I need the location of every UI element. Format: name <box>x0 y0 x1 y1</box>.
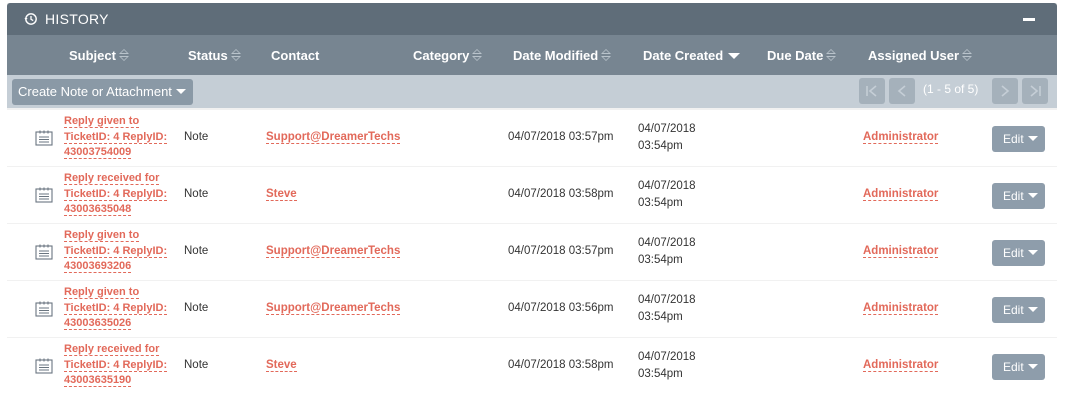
column-category-label: Category <box>413 48 470 63</box>
column-due-date[interactable]: Due Date <box>767 48 837 63</box>
chevron-down-icon <box>1027 193 1038 198</box>
column-due-date-label: Due Date <box>767 48 824 63</box>
assigned-user-link[interactable]: Administrator <box>863 245 939 258</box>
chevron-down-icon <box>1027 364 1038 369</box>
column-status[interactable]: Status <box>188 48 241 63</box>
column-date-created[interactable]: Date Created <box>643 48 741 63</box>
edit-button[interactable]: Edit <box>992 183 1045 209</box>
assigned-user-link[interactable]: Administrator <box>863 131 939 144</box>
column-assigned-user[interactable]: Assigned User <box>868 48 973 63</box>
contact-link[interactable]: Steve <box>266 359 297 372</box>
column-subject[interactable]: Subject <box>69 48 129 63</box>
history-icon <box>24 13 37 25</box>
chevron-right-icon <box>1001 85 1010 97</box>
last-page-button[interactable] <box>1022 78 1048 104</box>
assigned-user-link[interactable]: Administrator <box>863 302 939 315</box>
edit-button[interactable]: Edit <box>992 354 1045 380</box>
status-text: Note <box>184 131 209 143</box>
date-modified: 04/07/2018 03:58pm <box>508 188 614 200</box>
date-modified: 04/07/2018 03:57pm <box>508 131 614 143</box>
column-subject-label: Subject <box>69 48 116 63</box>
sort-icon[interactable] <box>962 49 973 61</box>
edit-label: Edit <box>1003 246 1024 260</box>
date-created: 04/07/2018 03:54pm <box>638 351 696 380</box>
date-modified: 04/07/2018 03:56pm <box>508 302 614 314</box>
assigned-user-link[interactable]: Administrator <box>863 359 939 372</box>
table-row: Reply received for TicketID: 4 ReplyID: … <box>7 167 1057 223</box>
previous-page-button[interactable] <box>889 78 915 104</box>
first-page-button[interactable] <box>859 78 885 104</box>
column-date-created-label: Date Created <box>643 48 724 63</box>
table-row: Reply given to TicketID: 4 ReplyID: 4300… <box>7 224 1057 280</box>
table-row: Reply given to TicketID: 4 ReplyID: 4300… <box>7 110 1057 166</box>
date-created: 04/07/2018 03:54pm <box>638 123 696 152</box>
pagination-count: (1 - 5 of 5) <box>923 82 979 96</box>
note-icon <box>35 244 53 260</box>
column-contact-label: Contact <box>271 48 320 63</box>
history-panel: HISTORY Subject Status Contact Category … <box>7 3 1057 394</box>
edit-label: Edit <box>1003 360 1024 374</box>
subject-link[interactable]: Reply given to TicketID: 4 ReplyID: 4300… <box>64 285 184 332</box>
status-text: Note <box>184 188 209 200</box>
sort-icon[interactable] <box>601 49 612 61</box>
edit-label: Edit <box>1003 303 1024 317</box>
chevron-down-icon <box>1027 136 1038 141</box>
column-contact: Contact <box>271 48 319 63</box>
table-row: Reply given to TicketID: 4 ReplyID: 4300… <box>7 281 1057 337</box>
date-modified: 04/07/2018 03:58pm <box>508 359 614 371</box>
column-category[interactable]: Category <box>413 48 483 63</box>
subject-link[interactable]: Reply received for TicketID: 4 ReplyID: … <box>64 342 184 389</box>
chevron-down-icon <box>1027 250 1038 255</box>
column-status-label: Status <box>188 48 228 63</box>
column-assigned-user-label: Assigned User <box>868 48 960 63</box>
last-page-icon <box>1030 85 1041 97</box>
status-text: Note <box>184 245 209 257</box>
chevron-down-icon <box>175 89 186 94</box>
note-icon <box>35 358 53 374</box>
column-date-modified[interactable]: Date Modified <box>513 48 612 63</box>
sort-descending-icon[interactable] <box>728 53 741 59</box>
sort-icon[interactable] <box>118 49 129 61</box>
list-toolbar: Create Note or Attachment (1 - 5 of 5) <box>7 75 1057 108</box>
date-modified: 04/07/2018 03:57pm <box>508 245 614 257</box>
panel-title: HISTORY <box>45 11 109 27</box>
assigned-user-link[interactable]: Administrator <box>863 188 939 201</box>
note-icon <box>35 130 53 146</box>
first-page-icon <box>866 85 877 97</box>
contact-link[interactable]: Support@DreamerTechs <box>266 245 401 258</box>
edit-label: Edit <box>1003 132 1024 146</box>
date-created: 04/07/2018 03:54pm <box>638 180 696 209</box>
subject-link[interactable]: Reply given to TicketID: 4 ReplyID: 4300… <box>64 114 184 161</box>
date-created: 04/07/2018 03:54pm <box>638 294 696 323</box>
status-text: Note <box>184 359 209 371</box>
create-note-label: Create Note or Attachment <box>18 84 172 99</box>
minus-icon[interactable] <box>1023 18 1035 21</box>
chevron-down-icon <box>1027 307 1038 312</box>
create-note-button[interactable]: Create Note or Attachment <box>12 79 193 105</box>
next-page-button[interactable] <box>992 78 1018 104</box>
contact-link[interactable]: Support@DreamerTechs <box>266 131 401 144</box>
date-created: 04/07/2018 03:54pm <box>638 237 696 266</box>
subject-link[interactable]: Reply given to TicketID: 4 ReplyID: 4300… <box>64 228 184 275</box>
column-header-row: Subject Status Contact Category Date Mod… <box>7 35 1057 75</box>
table-row: Reply received for TicketID: 4 ReplyID: … <box>7 338 1057 394</box>
edit-label: Edit <box>1003 189 1024 203</box>
history-panel-header[interactable]: HISTORY <box>7 3 1057 35</box>
contact-link[interactable]: Support@DreamerTechs <box>266 302 401 315</box>
note-icon <box>35 187 53 203</box>
edit-button[interactable]: Edit <box>992 240 1045 266</box>
contact-link[interactable]: Steve <box>266 188 297 201</box>
sort-icon[interactable] <box>472 49 483 61</box>
status-text: Note <box>184 302 209 314</box>
edit-button[interactable]: Edit <box>992 126 1045 152</box>
sort-icon[interactable] <box>230 49 241 61</box>
note-icon <box>35 301 53 317</box>
sort-icon[interactable] <box>826 49 837 61</box>
chevron-left-icon <box>897 85 906 97</box>
subject-link[interactable]: Reply received for TicketID: 4 ReplyID: … <box>64 171 184 218</box>
column-date-modified-label: Date Modified <box>513 48 599 63</box>
edit-button[interactable]: Edit <box>992 297 1045 323</box>
